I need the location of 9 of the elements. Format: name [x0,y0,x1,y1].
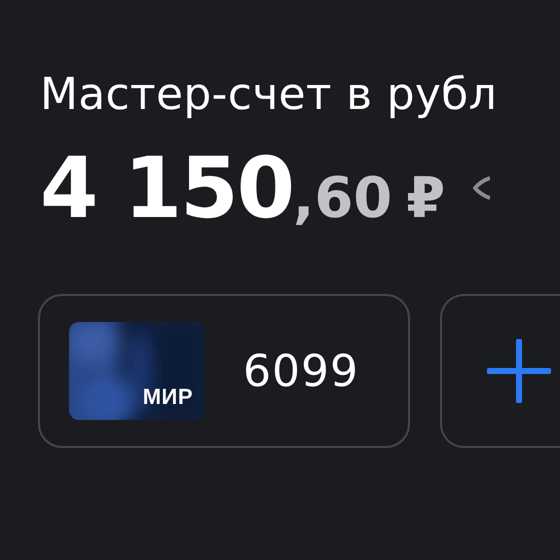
card-tile[interactable]: МИР 6099 [38,294,410,448]
payment-system-logo: МИР [142,384,193,410]
card-number: 6099 [243,346,359,396]
add-card-button[interactable] [440,294,560,448]
balance-kopecks: ,60 [293,167,392,231]
balance-amount: 4 150 [40,140,294,236]
plus-icon [487,339,551,403]
currency-sign: ₽ [406,167,446,231]
account-title: Мастер-счет в рубл [40,68,498,122]
